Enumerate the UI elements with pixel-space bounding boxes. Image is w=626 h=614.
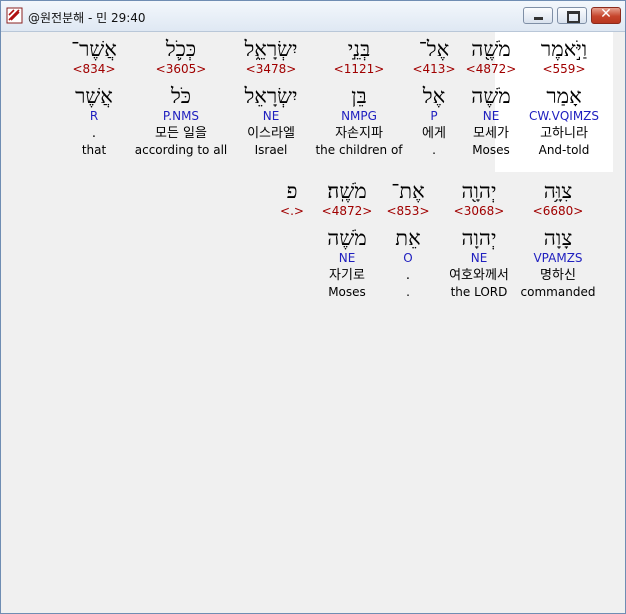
hebrew-word: בְּנֵ֣י xyxy=(347,37,371,61)
root-word: יְהוָה xyxy=(461,226,497,250)
hebrew-word: אֶל־ xyxy=(418,37,450,61)
word-column[interactable]: אֶת־ <853> אֵת O.. xyxy=(383,178,433,300)
strong-number: <3068> xyxy=(453,204,505,218)
english-gloss xyxy=(277,285,307,300)
morphology-code: NE xyxy=(482,109,500,123)
korean-gloss: 모든 일을 xyxy=(155,126,207,141)
root-word: מֹשֶׁה xyxy=(327,226,367,250)
korean-gloss: 여호와께서 xyxy=(449,268,509,283)
english-gloss: Israel xyxy=(254,143,288,157)
app-window: @원전분해 - 민 29:40 ✕ וַיֹּ֣אמֶר <559> אָמַר CW… xyxy=(0,0,626,614)
morphology-code: O xyxy=(403,251,413,265)
app-icon xyxy=(6,7,23,24)
strong-number: <853> xyxy=(386,204,430,218)
strong-number: <6680> xyxy=(532,204,584,218)
morphology-code xyxy=(277,251,307,267)
word-column[interactable]: יְהוָ֖ה <3068> יְהוָה NE 여호와께서 the LORD xyxy=(437,178,521,300)
hebrew-word: צִוָּ֥ה xyxy=(543,179,573,203)
hebrew-word: אֲשֶׁר־ xyxy=(71,37,117,61)
root-word: אֵת xyxy=(395,226,421,250)
morphology-code: VPAMZS xyxy=(533,251,583,265)
morphology-code: R xyxy=(89,109,99,123)
morphology-code: P.NMS xyxy=(162,109,200,123)
root-word: אֶל xyxy=(422,84,446,108)
interlinear-panel: וַיֹּ֣אמֶר <559> אָמַר CW.VQIMZS 고하니라 And-tol… xyxy=(5,32,621,609)
morphology-code: CW.VQIMZS xyxy=(528,109,600,123)
maximize-button[interactable] xyxy=(557,7,587,24)
english-gloss: . xyxy=(432,143,436,157)
root-word: יִשְׂרָאֵל xyxy=(244,84,298,108)
root-word: מֹשֶׁה xyxy=(471,84,511,108)
strong-number: <3605> xyxy=(155,62,207,76)
word-column[interactable]: מֹשֶׁ֖ה <4872> מֹשֶׁה NE 모세가 Moses xyxy=(460,36,522,158)
english-gloss: according to all xyxy=(134,143,228,157)
word-column[interactable]: יִשְׂרָאֵ֑ל <3478> יִשְׂרָאֵל NE 이스라엘 Israel xyxy=(232,36,310,158)
strong-number: <3478> xyxy=(245,62,297,76)
strong-number: <.> xyxy=(280,204,304,218)
title-bar[interactable]: @원전분해 - 민 29:40 ✕ xyxy=(1,1,625,32)
english-gloss: the LORD xyxy=(450,285,508,299)
word-column[interactable]: כְּכֹ֛ל <3605> כֹּל P.NMS 모든 일을 according to … xyxy=(131,36,231,158)
word-column[interactable]: בְּנֵ֣י <1121> בֵּן NMPG 자손지파 the children of xyxy=(311,36,407,158)
hebrew-word: מֹשֶֽׁה׃ xyxy=(327,179,367,203)
hebrew-word: פ xyxy=(286,179,298,203)
close-button[interactable]: ✕ xyxy=(591,6,621,24)
hebrew-word: כְּכֹ֛ל xyxy=(165,37,197,61)
hebrew-word: יִשְׂרָאֵ֑ל xyxy=(244,37,298,61)
minimize-icon xyxy=(534,17,543,20)
word-column[interactable]: מֹשֶֽׁה׃ <4872> מֹשֶׁה NE 자기로 Moses xyxy=(312,178,382,300)
korean-gloss: 자손지파 xyxy=(335,126,383,141)
word-column[interactable]: וַיֹּ֣אמֶר <559> אָמַר CW.VQIMZS 고하니라 And-tol… xyxy=(509,36,619,158)
hebrew-word: אֶת־ xyxy=(391,179,425,203)
english-gloss: commanded xyxy=(520,285,596,299)
hebrew-word: יְהוָ֖ה xyxy=(461,179,497,203)
strong-number: <4872> xyxy=(321,204,373,218)
morphology-code: NE xyxy=(262,109,280,123)
word-column[interactable]: פ <.> xyxy=(277,178,307,300)
strong-number: <1121> xyxy=(333,62,385,76)
korean-gloss: . xyxy=(91,126,97,141)
korean-gloss: 자기로 xyxy=(329,268,365,283)
english-gloss: the children of xyxy=(315,143,403,157)
morphology-code: NE xyxy=(470,251,488,265)
strong-number: <413> xyxy=(412,62,456,76)
english-gloss: . xyxy=(406,285,410,299)
korean-gloss xyxy=(277,267,307,285)
root-word: אָמַר xyxy=(546,84,582,108)
minimize-button[interactable] xyxy=(523,7,553,24)
korean-gloss: 명하신 xyxy=(540,268,576,283)
root-word xyxy=(277,225,307,251)
english-gloss: that xyxy=(81,143,107,157)
english-gloss: Moses xyxy=(328,285,366,299)
strong-number: <834> xyxy=(72,62,116,76)
hebrew-word: מֹשֶׁ֖ה xyxy=(471,37,511,61)
morphology-code: NE xyxy=(338,251,356,265)
word-column[interactable]: אֲשֶׁר־ <834> אֲשֶׁר R. that xyxy=(59,36,129,158)
english-gloss: And-told xyxy=(538,143,590,157)
korean-gloss: 에게 xyxy=(422,126,446,141)
hebrew-word: וַיֹּ֣אמֶר xyxy=(540,37,588,61)
strong-number: <559> xyxy=(542,62,586,76)
strong-number: <4872> xyxy=(465,62,517,76)
korean-gloss: 이스라엘 xyxy=(247,126,295,141)
english-gloss: Moses xyxy=(472,143,510,157)
root-word: צָוָה xyxy=(543,226,573,250)
word-column[interactable]: אֶל־ <413> אֶל P 에게. xyxy=(406,36,462,158)
root-word: בֵּן xyxy=(351,84,367,108)
korean-gloss: 모세가 xyxy=(473,126,509,141)
root-word: כֹּל xyxy=(170,84,192,108)
korean-gloss: . xyxy=(405,268,411,283)
root-word: אֲשֶׁר xyxy=(75,84,113,108)
morphology-code: P xyxy=(430,109,438,123)
morphology-code: NMPG xyxy=(341,109,377,123)
close-icon: ✕ xyxy=(600,6,612,22)
word-column[interactable]: צִוָּ֥ה <6680> צָוָה VPAMZS 명하신 commanded xyxy=(508,178,608,300)
maximize-icon xyxy=(567,11,580,23)
window-title: @원전분해 - 민 29:40 xyxy=(28,11,146,25)
korean-gloss: 고하니라 xyxy=(540,126,588,141)
